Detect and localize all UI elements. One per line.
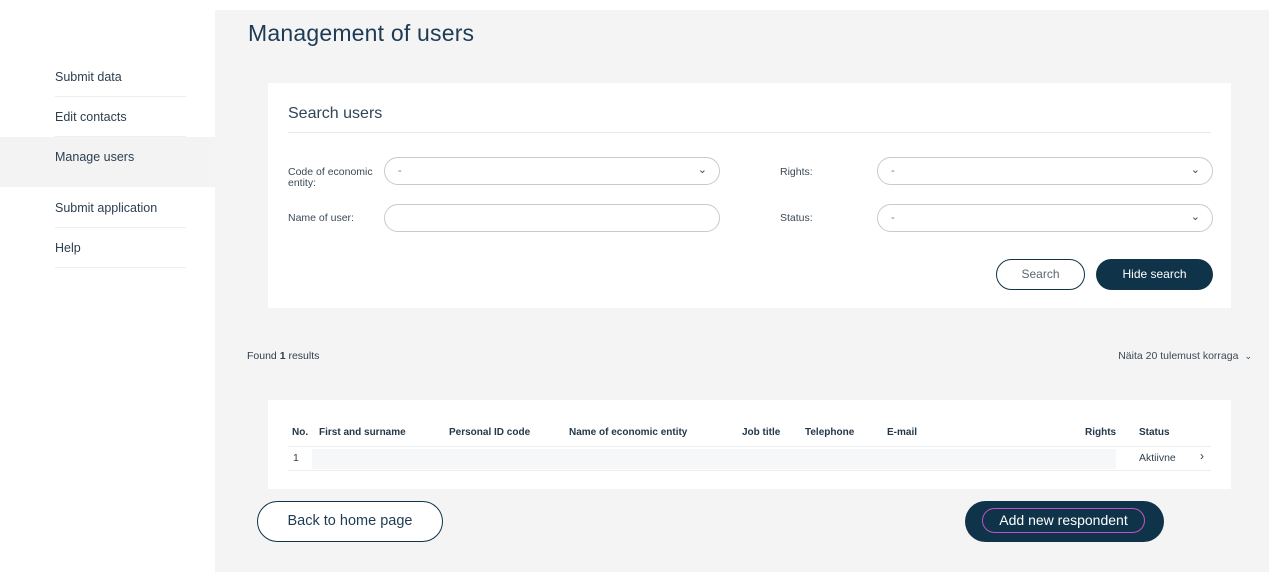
column-header-id: Personal ID code — [449, 427, 531, 438]
page-title: Management of users — [248, 20, 475, 46]
users-table: No. First and surname Personal ID code N… — [268, 400, 1231, 489]
chevron-right-icon[interactable]: › — [1200, 449, 1204, 463]
column-header-name: First and surname — [319, 427, 406, 438]
main-content: Management of users Search users Code of… — [215, 10, 1269, 572]
chevron-down-icon: ⌄ — [1244, 351, 1252, 361]
rights-select[interactable]: - ⌄ — [877, 157, 1213, 185]
sidebar-item-edit-contacts[interactable]: Edit contacts — [55, 97, 186, 137]
column-header-rights: Rights — [1085, 427, 1117, 438]
code-of-entity-label: Code of economic entity: — [288, 166, 373, 189]
table-row[interactable] — [312, 449, 1116, 469]
column-header-entity: Name of economic entity — [569, 427, 688, 438]
sidebar-item-help[interactable]: Help — [55, 228, 186, 268]
back-to-home-button[interactable]: Back to home page — [257, 501, 443, 542]
results-number: 1 — [279, 350, 286, 362]
add-new-respondent-label: Add new respondent — [982, 508, 1145, 533]
row-number: 1 — [293, 452, 299, 464]
column-header-job: Job title — [742, 427, 781, 438]
rights-label: Rights: — [780, 166, 813, 178]
divider — [288, 446, 1211, 447]
results-count: Found 1 results — [247, 350, 319, 362]
add-new-respondent-button[interactable]: Add new respondent — [965, 501, 1164, 542]
sidebar-item-submit-application[interactable]: Submit application — [55, 188, 186, 228]
sidebar-item-manage-users[interactable]: Manage users — [0, 137, 215, 187]
rights-value: - — [891, 165, 895, 177]
name-of-user-label: Name of user: — [288, 212, 354, 224]
status-label: Status: — [780, 212, 813, 224]
row-status: Aktiivne — [1139, 452, 1176, 464]
column-header-email: E-mail — [887, 427, 918, 438]
sidebar-item-submit-data[interactable]: Submit data — [55, 57, 186, 97]
search-button[interactable]: Search — [996, 259, 1085, 290]
chevron-down-icon: ⌄ — [1190, 211, 1200, 223]
name-of-user-input[interactable] — [384, 204, 720, 232]
divider — [288, 132, 1211, 133]
per-page-label: Näita 20 tulemust korraga — [1118, 350, 1239, 362]
status-select[interactable]: - ⌄ — [877, 204, 1213, 232]
column-header-no: No. — [292, 427, 309, 438]
divider — [288, 470, 1211, 471]
search-panel-title: Search users — [288, 105, 383, 122]
column-header-phone: Telephone — [805, 427, 855, 438]
results-prefix: Found — [247, 350, 277, 362]
code-of-entity-value: - — [398, 165, 402, 177]
sidebar: Submit data Edit contacts Manage users S… — [0, 0, 215, 572]
per-page-select[interactable]: Näita 20 tulemust korraga ⌄ — [1118, 350, 1252, 362]
status-value: - — [891, 212, 895, 224]
column-header-status: Status — [1139, 427, 1170, 438]
code-of-entity-select[interactable]: - ⌄ — [384, 157, 720, 185]
results-suffix: results — [288, 350, 320, 362]
search-panel: Search users Code of economic entity: - … — [268, 83, 1231, 308]
chevron-down-icon: ⌄ — [697, 164, 707, 176]
hide-search-button[interactable]: Hide search — [1096, 259, 1213, 290]
chevron-down-icon: ⌄ — [1190, 164, 1200, 176]
